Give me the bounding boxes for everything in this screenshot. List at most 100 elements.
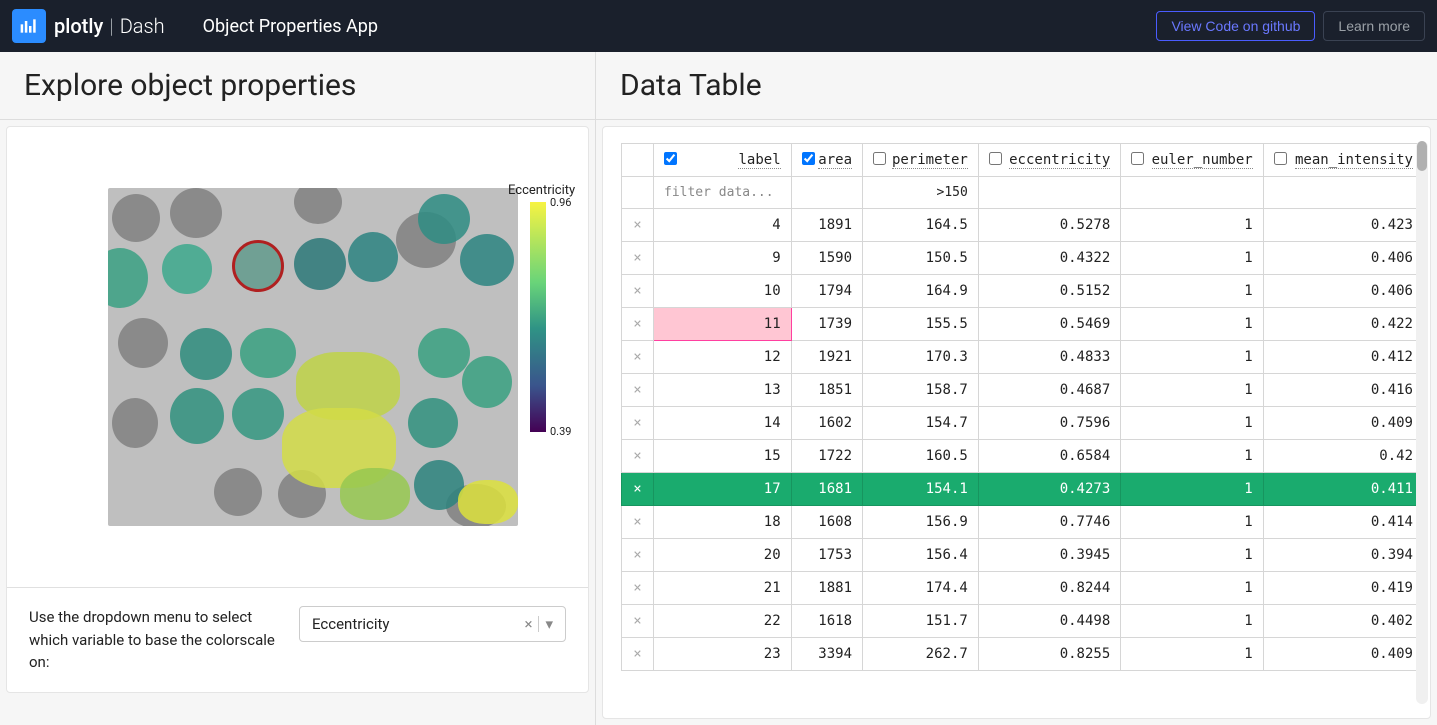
filter-input-eccentricity[interactable]: [978, 177, 1120, 209]
colorscale-variable-dropdown[interactable]: Eccentricity × ▾: [299, 606, 566, 642]
filter-input-perimeter[interactable]: >150: [863, 177, 979, 209]
cell-euler_number[interactable]: 1: [1121, 275, 1263, 308]
column-header-euler_number[interactable]: euler_number: [1121, 144, 1263, 177]
cell-area[interactable]: 1891: [791, 209, 862, 242]
table-row[interactable]: ×221618151.70.449810.402: [622, 605, 1424, 638]
cell-perimeter[interactable]: 155.5: [863, 308, 979, 341]
column-checkbox-eccentricity[interactable]: [989, 152, 1002, 165]
table-row[interactable]: ×151722160.50.658410.42: [622, 440, 1424, 473]
delete-row-icon[interactable]: ×: [622, 341, 654, 374]
cell-eccentricity[interactable]: 0.7746: [978, 506, 1120, 539]
cell-eccentricity[interactable]: 0.5469: [978, 308, 1120, 341]
cell-perimeter[interactable]: 156.9: [863, 506, 979, 539]
cell-area[interactable]: 1681: [791, 473, 862, 506]
cell-label[interactable]: 9: [654, 242, 792, 275]
cell-mean_intensity[interactable]: 0.394: [1263, 539, 1423, 572]
cell-mean_intensity[interactable]: 0.414: [1263, 506, 1423, 539]
cell-perimeter[interactable]: 154.1: [863, 473, 979, 506]
column-header-perimeter[interactable]: perimeter: [863, 144, 979, 177]
cell-label[interactable]: 10: [654, 275, 792, 308]
cell-area[interactable]: 1602: [791, 407, 862, 440]
cell-euler_number[interactable]: 1: [1121, 605, 1263, 638]
table-row[interactable]: ×121921170.30.483310.412: [622, 341, 1424, 374]
cell-eccentricity[interactable]: 0.5278: [978, 209, 1120, 242]
table-row[interactable]: ×171681154.10.427310.411: [622, 473, 1424, 506]
delete-row-icon[interactable]: ×: [622, 308, 654, 341]
cell-eccentricity[interactable]: 0.7596: [978, 407, 1120, 440]
cell-area[interactable]: 1739: [791, 308, 862, 341]
cell-label[interactable]: 21: [654, 572, 792, 605]
delete-row-icon[interactable]: ×: [622, 407, 654, 440]
clear-icon[interactable]: ×: [524, 615, 532, 633]
cell-euler_number[interactable]: 1: [1121, 242, 1263, 275]
table-row[interactable]: ×141602154.70.759610.409: [622, 407, 1424, 440]
cell-perimeter[interactable]: 151.7: [863, 605, 979, 638]
cell-mean_intensity[interactable]: 0.419: [1263, 572, 1423, 605]
cell-label[interactable]: 18: [654, 506, 792, 539]
table-row[interactable]: ×41891164.50.527810.423: [622, 209, 1424, 242]
table-row[interactable]: ×233394262.70.825510.409: [622, 638, 1424, 671]
cell-label[interactable]: 23: [654, 638, 792, 671]
cell-euler_number[interactable]: 1: [1121, 506, 1263, 539]
cell-eccentricity[interactable]: 0.4687: [978, 374, 1120, 407]
cell-euler_number[interactable]: 1: [1121, 308, 1263, 341]
cell-eccentricity[interactable]: 0.4833: [978, 341, 1120, 374]
cell-eccentricity[interactable]: 0.3945: [978, 539, 1120, 572]
table-row[interactable]: ×111739155.50.546910.422: [622, 308, 1424, 341]
cell-mean_intensity[interactable]: 0.402: [1263, 605, 1423, 638]
cell-mean_intensity[interactable]: 0.423: [1263, 209, 1423, 242]
cell-label[interactable]: 4: [654, 209, 792, 242]
delete-row-icon[interactable]: ×: [622, 638, 654, 671]
cell-euler_number[interactable]: 1: [1121, 440, 1263, 473]
cell-mean_intensity[interactable]: 0.42: [1263, 440, 1423, 473]
table-row[interactable]: ×91590150.50.432210.406: [622, 242, 1424, 275]
cell-eccentricity[interactable]: 0.8244: [978, 572, 1120, 605]
cell-mean_intensity[interactable]: 0.409: [1263, 407, 1423, 440]
cell-perimeter[interactable]: 164.5: [863, 209, 979, 242]
cell-area[interactable]: 3394: [791, 638, 862, 671]
vertical-scrollbar[interactable]: [1416, 141, 1428, 704]
filter-input-label[interactable]: filter data...: [654, 177, 792, 209]
filter-input-mean_intensity[interactable]: [1263, 177, 1423, 209]
filter-input-area[interactable]: [791, 177, 862, 209]
cell-perimeter[interactable]: 164.9: [863, 275, 979, 308]
table-row[interactable]: ×211881174.40.824410.419: [622, 572, 1424, 605]
table-row[interactable]: ×181608156.90.774610.414: [622, 506, 1424, 539]
delete-row-icon[interactable]: ×: [622, 275, 654, 308]
cell-eccentricity[interactable]: 0.4273: [978, 473, 1120, 506]
cell-eccentricity[interactable]: 0.4498: [978, 605, 1120, 638]
table-row[interactable]: ×131851158.70.468710.416: [622, 374, 1424, 407]
cell-label[interactable]: 14: [654, 407, 792, 440]
cell-perimeter[interactable]: 170.3: [863, 341, 979, 374]
cell-area[interactable]: 1618: [791, 605, 862, 638]
delete-row-icon[interactable]: ×: [622, 506, 654, 539]
cell-mean_intensity[interactable]: 0.412: [1263, 341, 1423, 374]
cell-label[interactable]: 20: [654, 539, 792, 572]
cell-perimeter[interactable]: 154.7: [863, 407, 979, 440]
delete-row-icon[interactable]: ×: [622, 209, 654, 242]
cell-euler_number[interactable]: 1: [1121, 407, 1263, 440]
column-header-label[interactable]: label: [654, 144, 792, 177]
table-row[interactable]: ×201753156.40.394510.394: [622, 539, 1424, 572]
cell-mean_intensity[interactable]: 0.406: [1263, 242, 1423, 275]
cell-label[interactable]: 15: [654, 440, 792, 473]
column-header-eccentricity[interactable]: eccentricity: [978, 144, 1120, 177]
delete-row-icon[interactable]: ×: [622, 473, 654, 506]
cell-mean_intensity[interactable]: 0.416: [1263, 374, 1423, 407]
cell-area[interactable]: 1921: [791, 341, 862, 374]
cell-euler_number[interactable]: 1: [1121, 209, 1263, 242]
cell-euler_number[interactable]: 1: [1121, 539, 1263, 572]
column-checkbox-euler_number[interactable]: [1131, 152, 1144, 165]
cell-label[interactable]: 22: [654, 605, 792, 638]
cell-area[interactable]: 1881: [791, 572, 862, 605]
delete-row-icon[interactable]: ×: [622, 374, 654, 407]
cell-eccentricity[interactable]: 0.5152: [978, 275, 1120, 308]
cell-mean_intensity[interactable]: 0.411: [1263, 473, 1423, 506]
cell-eccentricity[interactable]: 0.4322: [978, 242, 1120, 275]
cell-mean_intensity[interactable]: 0.406: [1263, 275, 1423, 308]
cell-area[interactable]: 1851: [791, 374, 862, 407]
delete-row-icon[interactable]: ×: [622, 440, 654, 473]
column-checkbox-area[interactable]: [802, 152, 815, 165]
column-header-mean_intensity[interactable]: mean_intensity: [1263, 144, 1423, 177]
cell-perimeter[interactable]: 156.4: [863, 539, 979, 572]
